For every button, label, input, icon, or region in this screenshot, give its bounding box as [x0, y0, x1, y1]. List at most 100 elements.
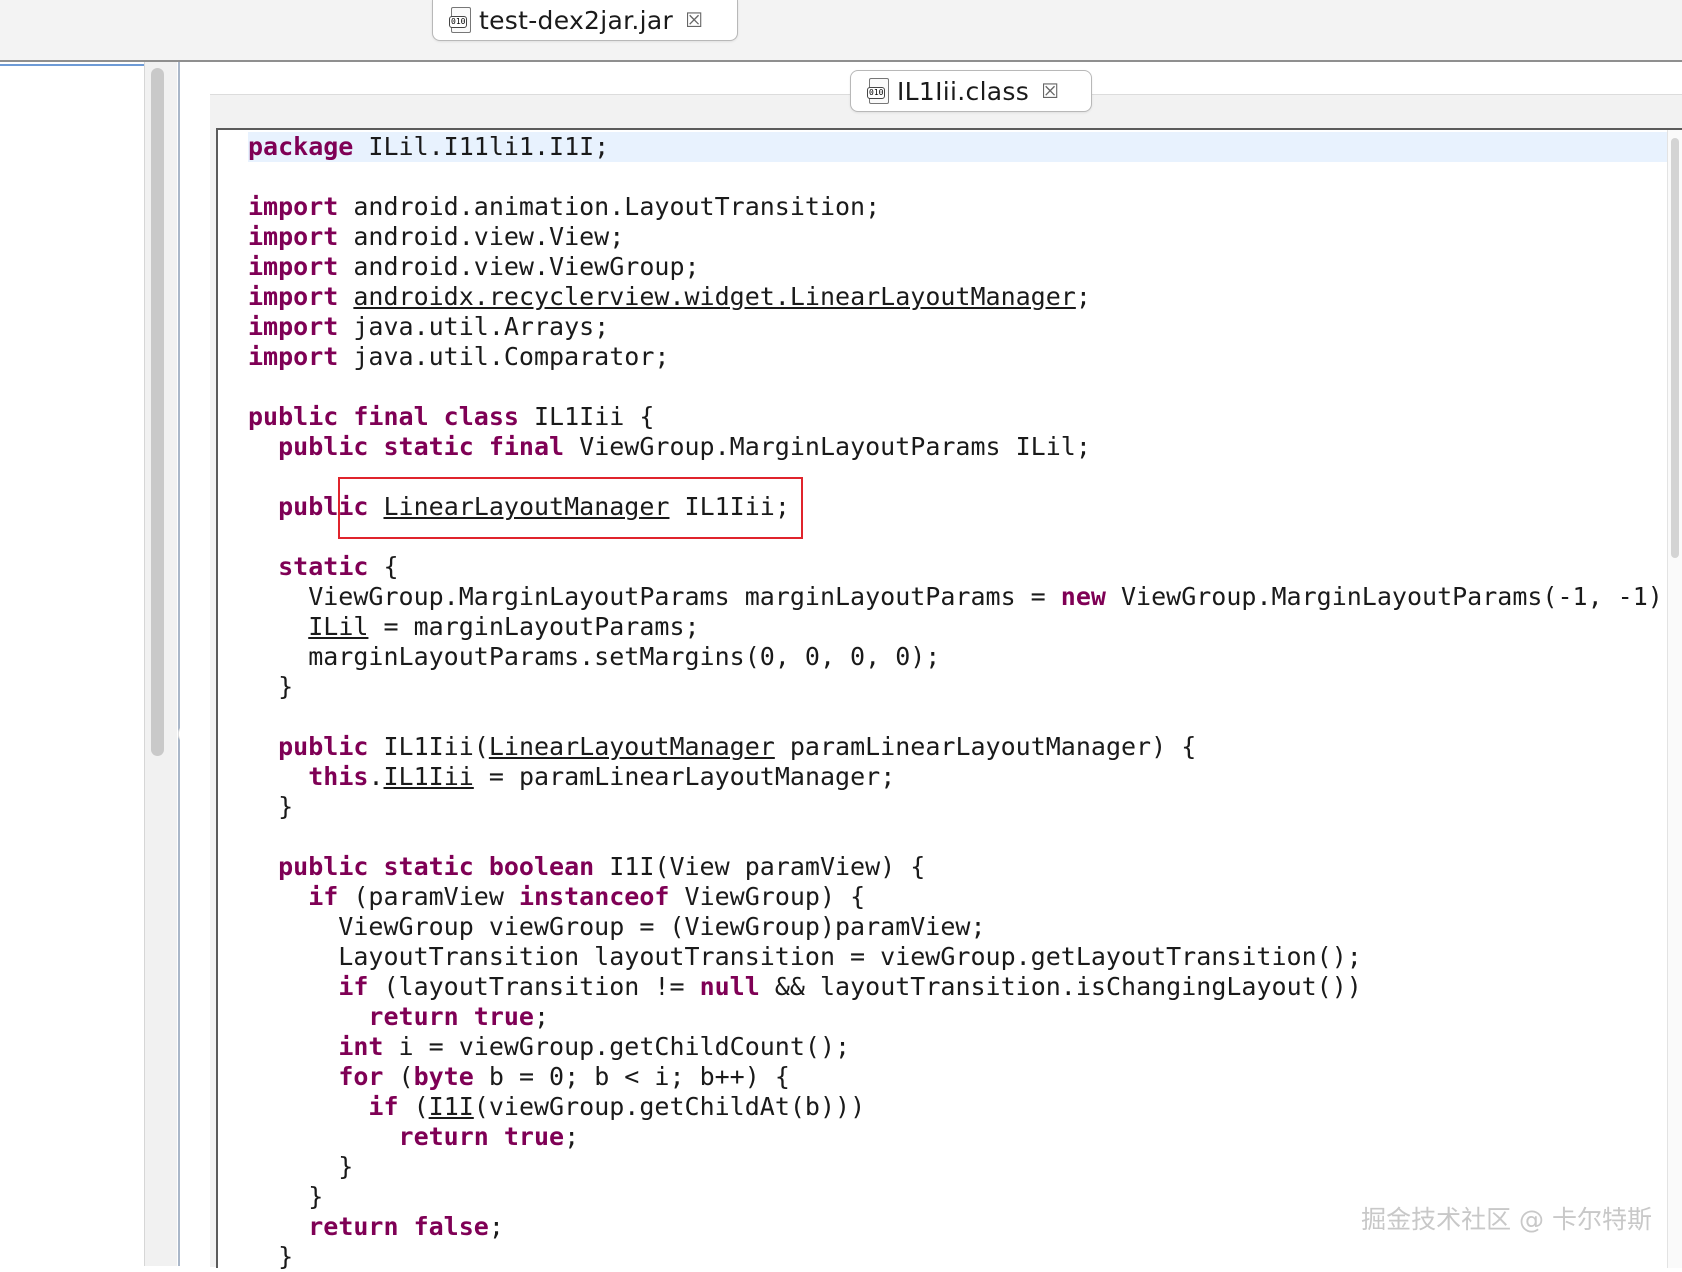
- code-line[interactable]: int i = viewGroup.getChildCount();: [248, 1032, 1678, 1062]
- editor-scrollbar[interactable]: [1667, 130, 1682, 1268]
- keyword-token: int: [338, 1032, 384, 1061]
- code-token: }: [248, 1242, 294, 1271]
- code-line[interactable]: public final class IL1Iii {: [248, 402, 1678, 432]
- code-token: ILil.I11li1.I1I;: [353, 132, 610, 161]
- code-line[interactable]: if (I1I(viewGroup.getChildAt(b))): [248, 1092, 1678, 1122]
- tab-il1iii-class[interactable]: 010 IL1Iii.class ☒: [850, 70, 1092, 112]
- code-line[interactable]: return true;: [248, 1002, 1678, 1032]
- class-file-icon: 010: [867, 78, 889, 104]
- code-token: IL1Iii(: [368, 732, 489, 761]
- keyword-token: return true: [398, 1122, 565, 1151]
- code-line[interactable]: import java.util.Comparator;: [248, 342, 1678, 372]
- code-line[interactable]: static {: [248, 552, 1678, 582]
- code-token: I1I(View paramView) {: [594, 852, 926, 881]
- keyword-token: if: [308, 882, 339, 911]
- underlined-token: ILil: [308, 612, 369, 641]
- code-token: ;: [534, 1002, 550, 1031]
- underlined-token: IL1Iii: [383, 762, 474, 791]
- keyword-token: public static final: [278, 432, 565, 461]
- code-line[interactable]: public static final ViewGroup.MarginLayo…: [248, 432, 1678, 462]
- class-file-icon: 010: [449, 7, 471, 33]
- code-line[interactable]: if (layoutTransition != null && layoutTr…: [248, 972, 1678, 1002]
- tab-label: test-dex2jar.jar: [479, 5, 674, 35]
- code-line[interactable]: import androidx.recyclerview.widget.Line…: [248, 282, 1678, 312]
- left-pane-scrollbar-thumb[interactable]: [151, 68, 164, 756]
- code-token: android.animation.LayoutTransition;: [338, 192, 881, 221]
- keyword-token: null: [699, 972, 760, 1001]
- keyword-token: if: [368, 1092, 399, 1121]
- code-token: && layoutTransition.isChangingLayout()): [759, 972, 1362, 1001]
- code-line[interactable]: }: [248, 792, 1678, 822]
- code-token: android.view.ViewGroup;: [338, 252, 700, 281]
- code-token: (layoutTransition !=: [368, 972, 700, 1001]
- editor-scrollbar-thumb[interactable]: [1671, 138, 1679, 558]
- tab-test-dex2jar-jar[interactable]: 010 test-dex2jar.jar ☒: [432, 0, 738, 41]
- code-line[interactable]: for (byte b = 0; b < i; b++) {: [248, 1062, 1678, 1092]
- code-token: {: [368, 552, 399, 581]
- code-line[interactable]: [248, 162, 1678, 192]
- code-line[interactable]: public static boolean I1I(View paramView…: [248, 852, 1678, 882]
- code-token: ViewGroup.MarginLayoutParams marginLayou…: [248, 582, 1061, 611]
- annotation-highlight-box: [338, 477, 803, 539]
- code-line[interactable]: this.IL1Iii = paramLinearLayoutManager;: [248, 762, 1678, 792]
- code-line[interactable]: ViewGroup.MarginLayoutParams marginLayou…: [248, 582, 1678, 612]
- code-token: }: [248, 792, 294, 821]
- keyword-token: return true: [368, 1002, 534, 1031]
- code-line[interactable]: import android.view.View;: [248, 222, 1678, 252]
- code-token: java.util.Arrays;: [338, 312, 610, 341]
- keyword-token: import: [248, 222, 339, 251]
- left-pane-focus-line: [0, 64, 144, 66]
- code-line[interactable]: [248, 372, 1678, 402]
- code-line[interactable]: [248, 702, 1678, 732]
- code-token: java.util.Comparator;: [338, 342, 670, 371]
- code-token: paramLinearLayoutManager) {: [774, 732, 1197, 761]
- code-line[interactable]: }: [248, 1152, 1678, 1182]
- code-line[interactable]: if (paramView instanceof ViewGroup) {: [248, 882, 1678, 912]
- code-line[interactable]: ILil = marginLayoutParams;: [248, 612, 1678, 642]
- code-token: }: [248, 1152, 354, 1181]
- code-token: ;: [488, 1212, 504, 1241]
- keyword-token: import: [248, 192, 339, 221]
- code-line[interactable]: [248, 822, 1678, 852]
- code-line[interactable]: public IL1Iii(LinearLayoutManager paramL…: [248, 732, 1678, 762]
- code-token: ViewGroup) {: [669, 882, 866, 911]
- keyword-token: byte: [413, 1062, 474, 1091]
- code-token: (viewGroup.getChildAt(b))): [473, 1092, 866, 1121]
- keyword-token: instanceof: [518, 882, 670, 911]
- watermark: 掘金技术社区 @ 卡尔特斯: [1361, 1205, 1652, 1234]
- code-token: (: [383, 1062, 414, 1091]
- code-line[interactable]: marginLayoutParams.setMargins(0, 0, 0, 0…: [248, 642, 1678, 672]
- code-token: i = viewGroup.getChildCount();: [383, 1032, 851, 1061]
- keyword-token: public final class: [248, 402, 519, 431]
- code-line[interactable]: import android.view.ViewGroup;: [248, 252, 1678, 282]
- code-line[interactable]: }: [248, 672, 1678, 702]
- underlined-token: LinearLayoutManager: [488, 732, 775, 761]
- code-line[interactable]: import java.util.Arrays;: [248, 312, 1678, 342]
- code-line[interactable]: package ILil.I11li1.I1I;: [248, 132, 1678, 162]
- code-line[interactable]: LayoutTransition layoutTransition = view…: [248, 942, 1678, 972]
- keyword-token: if: [338, 972, 369, 1001]
- code-token: android.view.View;: [338, 222, 625, 251]
- close-icon[interactable]: ☒: [685, 8, 703, 32]
- code-line[interactable]: ViewGroup viewGroup = (ViewGroup)paramVi…: [248, 912, 1678, 942]
- code-token: IL1Iii {: [518, 402, 655, 431]
- keyword-token: import: [248, 282, 339, 311]
- code-line[interactable]: import android.animation.LayoutTransitio…: [248, 192, 1678, 222]
- close-icon[interactable]: ☒: [1041, 79, 1059, 103]
- code-editor[interactable]: package ILil.I11li1.I1I; import android.…: [216, 128, 1682, 1271]
- keyword-token: import: [248, 312, 339, 341]
- code-token: }: [248, 672, 294, 701]
- code-line[interactable]: }: [248, 1242, 1678, 1272]
- code-line[interactable]: return true;: [248, 1122, 1678, 1152]
- source-code[interactable]: package ILil.I11li1.I1I; import android.…: [248, 132, 1678, 1272]
